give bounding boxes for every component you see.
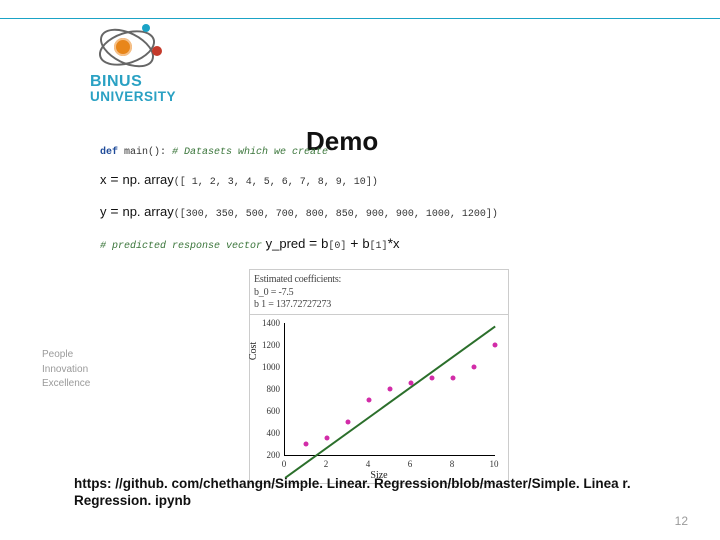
y-tick: 1200 (254, 340, 280, 350)
y-tick: 1400 (254, 318, 280, 328)
x-values: ([ 1, 2, 3, 4, 5, 6, 7, 8, 9, 10]) (174, 177, 378, 188)
chart-header: Estimated coefficients: b_0 = -7.5 b 1 =… (249, 269, 509, 314)
coef-b0: b_0 = -7.5 (254, 287, 506, 300)
eq-1: = (107, 171, 123, 187)
brand-text: BINUS UNIVERSITY (90, 74, 176, 104)
brand-line-1: BINUS (90, 74, 176, 90)
code-snippet: def main(): # Datasets which we create x… (100, 146, 660, 264)
brand-tagline: People Innovation Excellence (42, 348, 90, 392)
y-values: ([300, 350, 500, 700, 800, 850, 900, 900… (174, 209, 498, 220)
nparray-2: np. array (122, 204, 173, 219)
data-point (430, 375, 435, 380)
coef-b1: b 1 = 137.72727273 (254, 299, 506, 312)
brand-logo: BINUS UNIVERSITY (90, 26, 176, 104)
chart-axes: Cost Size 200400600800100012001400024681… (249, 314, 509, 484)
data-point (304, 441, 309, 446)
top-rule (0, 18, 720, 19)
x-tick: 2 (321, 459, 331, 469)
x-tick: 4 (363, 459, 373, 469)
data-point (409, 381, 414, 386)
sub-0: [0] (328, 241, 346, 252)
orbit-icon (90, 26, 160, 70)
chart-title: Estimated coefficients: (254, 274, 506, 287)
fn-main: main(): (118, 147, 166, 158)
data-point (451, 375, 456, 380)
y-tick: 800 (254, 384, 280, 394)
x-end: x (393, 236, 400, 251)
keyword-def: def (100, 147, 118, 158)
code-comment-1: # Datasets which we create (166, 147, 328, 158)
x-tick: 0 (279, 459, 289, 469)
y-tick: 400 (254, 428, 280, 438)
nparray-1: np. array (122, 172, 173, 187)
regression-chart: Estimated coefficients: b_0 = -7.5 b 1 =… (248, 268, 510, 470)
source-link[interactable]: https: //github. com/chethangn/Simple. L… (74, 475, 634, 510)
tagline-2: Innovation (42, 363, 90, 378)
data-point (325, 436, 330, 441)
page-number: 12 (675, 514, 688, 528)
plus-op: + (346, 235, 362, 251)
x-tick: 10 (489, 459, 499, 469)
x-tick: 8 (447, 459, 457, 469)
code-comment-2: # predicted response vector (100, 241, 262, 252)
eq-2: = (107, 203, 123, 219)
data-point (388, 386, 393, 391)
term-b1: b (362, 236, 369, 251)
tagline-3: Excellence (42, 377, 90, 392)
y-tick: 200 (254, 450, 280, 460)
y-tick: 1000 (254, 362, 280, 372)
x-tick: 6 (405, 459, 415, 469)
sub-1: [1] (370, 241, 388, 252)
data-point (346, 419, 351, 424)
data-point (472, 364, 477, 369)
tagline-1: People (42, 348, 90, 363)
data-point (493, 342, 498, 347)
eq-3: = (309, 235, 321, 251)
regression-line (285, 326, 496, 479)
y-tick: 600 (254, 406, 280, 416)
plot-area (284, 323, 495, 456)
data-point (367, 397, 372, 402)
brand-line-2: UNIVERSITY (90, 90, 176, 104)
ypred: y_pred (262, 236, 309, 251)
